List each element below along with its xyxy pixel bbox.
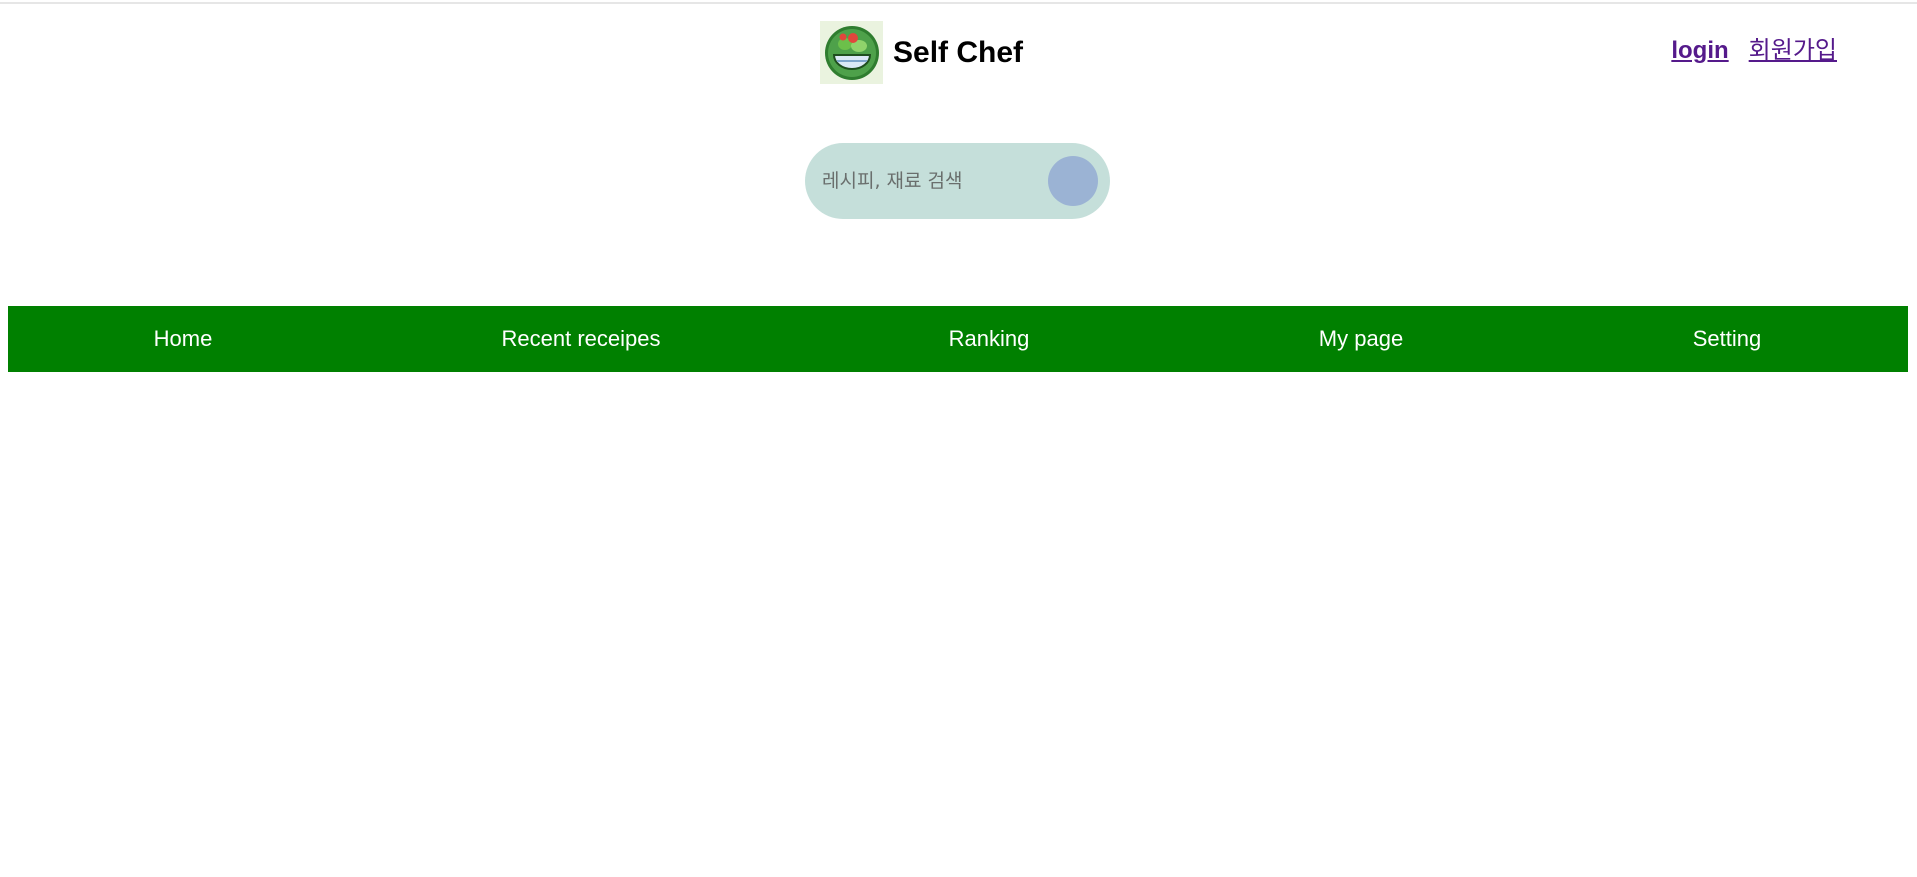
search-bar xyxy=(805,143,1110,219)
signup-link[interactable]: 회원가입 xyxy=(1749,30,1837,65)
nav-item-setting[interactable]: Setting xyxy=(1693,306,1762,372)
main-nav: Home Recent receipes Ranking My page Set… xyxy=(8,306,1908,372)
nav-item-my-page[interactable]: My page xyxy=(1319,306,1403,372)
auth-links: login 회원가입 xyxy=(1671,30,1837,65)
nav-item-recent-recipes[interactable]: Recent receipes xyxy=(502,306,661,372)
search-button[interactable] xyxy=(1048,156,1098,206)
top-divider xyxy=(0,2,1917,4)
search-input[interactable] xyxy=(820,160,1039,202)
nav-item-home[interactable]: Home xyxy=(154,306,213,372)
login-link[interactable]: login xyxy=(1671,37,1728,65)
brand[interactable]: Self Chef xyxy=(820,21,1023,84)
salad-bowl-icon xyxy=(820,21,883,84)
nav-item-ranking[interactable]: Ranking xyxy=(949,306,1030,372)
site-title: Self Chef xyxy=(893,35,1024,69)
